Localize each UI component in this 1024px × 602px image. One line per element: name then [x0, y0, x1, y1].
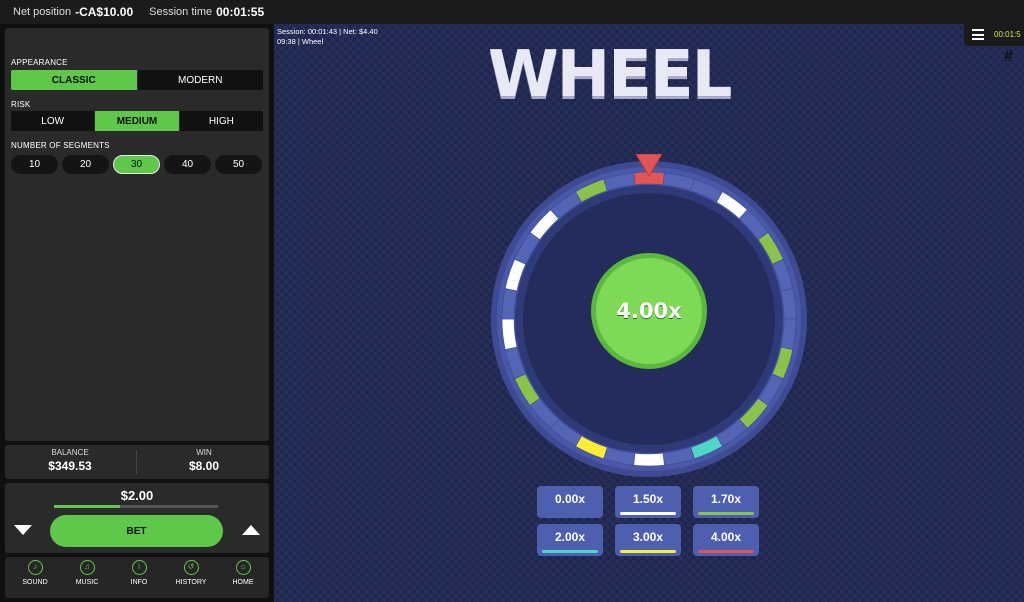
balance-label: BALANCE	[51, 448, 89, 457]
session-info-line-2: 09:38 | Wheel	[277, 37, 324, 46]
risk-toggle: LOW MEDIUM HIGH	[11, 111, 263, 131]
game-area: Session: 00:01:43 | Net: $4.40 09:38 | W…	[274, 24, 1024, 602]
session-time-label: Session time	[149, 6, 213, 18]
hash-icon: #	[1004, 48, 1013, 65]
risk-option-medium[interactable]: MEDIUM	[95, 111, 180, 131]
multiplier-0: 0.00x	[537, 486, 603, 518]
bet-amount-slider-fill	[54, 505, 120, 508]
multiplier-label: 1.50x	[632, 492, 664, 506]
music-icon: ♫	[79, 560, 95, 575]
bet-amount-slider[interactable]	[54, 505, 218, 508]
bottom-nav: ♪ SOUND ♫ MUSIC i INFO ↺ HISTORY ⌂ HOME	[5, 557, 269, 598]
bet-button[interactable]: BET	[50, 515, 223, 547]
increase-bet-icon[interactable]	[242, 525, 260, 535]
nav-home[interactable]: ⌂ HOME	[221, 560, 265, 586]
nav-history[interactable]: ↺ HISTORY	[169, 560, 213, 586]
balance-block: BALANCE $349.53	[5, 448, 135, 473]
net-position-label: Net position	[13, 6, 72, 18]
segments-label: NUMBER OF SEGMENTS	[11, 141, 110, 150]
session-time-value: 00:01:55	[216, 5, 265, 19]
bet-panel: $2.00 BET	[5, 483, 269, 553]
multiplier-label: 1.70x	[710, 492, 742, 506]
info-icon: i	[131, 560, 147, 575]
decrease-bet-icon[interactable]	[14, 525, 32, 535]
top-bar: Net position -CA$10.00 Session time 00:0…	[0, 0, 1024, 24]
balance-value: $349.53	[48, 459, 92, 473]
menu-icon[interactable]	[972, 29, 984, 40]
multiplier-label: 3.00x	[632, 530, 664, 544]
appearance-label: APPEARANCE	[11, 58, 68, 67]
segments-option-10[interactable]: 10	[11, 155, 58, 174]
multiplier-label: 2.00x	[554, 530, 586, 544]
win-block: WIN $8.00	[139, 448, 269, 473]
nav-sound[interactable]: ♪ SOUND	[13, 560, 57, 586]
nav-music[interactable]: ♫ MUSIC	[65, 560, 109, 586]
wheel-logo: WHEEL	[488, 38, 732, 112]
bet-amount: $2.00	[120, 488, 154, 503]
risk-label: RISK	[11, 100, 31, 109]
win-value: $8.00	[188, 459, 220, 473]
multiplier-label: 0.00x	[554, 492, 586, 506]
multiplier-label: 4.00x	[710, 530, 742, 544]
multiplier-1: 1.50x	[615, 486, 681, 518]
balance-panel: BALANCE $349.53 WIN $8.00	[5, 445, 269, 479]
nav-label: INFO	[130, 579, 148, 586]
multiplier-color-bar	[698, 512, 754, 515]
multiplier-4: 3.00x	[615, 524, 681, 556]
segments-option-20[interactable]: 20	[62, 155, 109, 174]
wheel-segment	[633, 452, 665, 467]
net-position-value: -CA$10.00	[75, 5, 134, 19]
multiplier-2: 1.70x	[693, 486, 759, 518]
game-menu-box: 00:01:5	[964, 24, 1024, 46]
appearance-option-modern[interactable]: MODERN	[138, 70, 264, 90]
win-label: WIN	[196, 448, 212, 457]
nav-label: HISTORY	[175, 579, 207, 586]
segments-option-40[interactable]: 40	[164, 155, 211, 174]
multiplier-color-bar	[542, 550, 598, 553]
segments-option-30[interactable]: 30	[113, 155, 160, 174]
sound-icon: ♪	[27, 560, 43, 575]
multiplier-color-bar	[620, 512, 676, 515]
multiplier-color-bar	[698, 550, 754, 553]
wheel-result: 4.00x	[591, 253, 707, 369]
balance-divider	[136, 450, 137, 474]
nav-label: HOME	[232, 579, 254, 586]
session-info: Session: 00:01:43 | Net: $4.40 09:38 | W…	[277, 27, 378, 47]
multiplier-color-bar	[620, 550, 676, 553]
session-info-line-1: Session: 00:01:43 | Net: $4.40	[277, 27, 378, 36]
home-icon: ⌂	[235, 560, 251, 575]
history-icon: ↺	[183, 560, 199, 575]
nav-info[interactable]: i INFO	[117, 560, 161, 586]
settings-panel: APPEARANCE CLASSIC MODERN RISK LOW MEDIU…	[5, 28, 269, 441]
appearance-option-classic[interactable]: CLASSIC	[11, 70, 138, 90]
game-clock: 00:01:5	[994, 30, 1021, 39]
nav-label: MUSIC	[75, 579, 99, 586]
multiplier-5: 4.00x	[693, 524, 759, 556]
segments-selector: 10 20 30 40 50	[11, 155, 262, 174]
risk-option-high[interactable]: HIGH	[180, 111, 263, 131]
control-sidebar: APPEARANCE CLASSIC MODERN RISK LOW MEDIU…	[0, 24, 274, 602]
nav-label: SOUND	[22, 579, 48, 586]
segments-option-50[interactable]: 50	[215, 155, 262, 174]
risk-option-low[interactable]: LOW	[11, 111, 96, 131]
multiplier-3: 2.00x	[537, 524, 603, 556]
appearance-toggle: CLASSIC MODERN	[11, 70, 263, 90]
